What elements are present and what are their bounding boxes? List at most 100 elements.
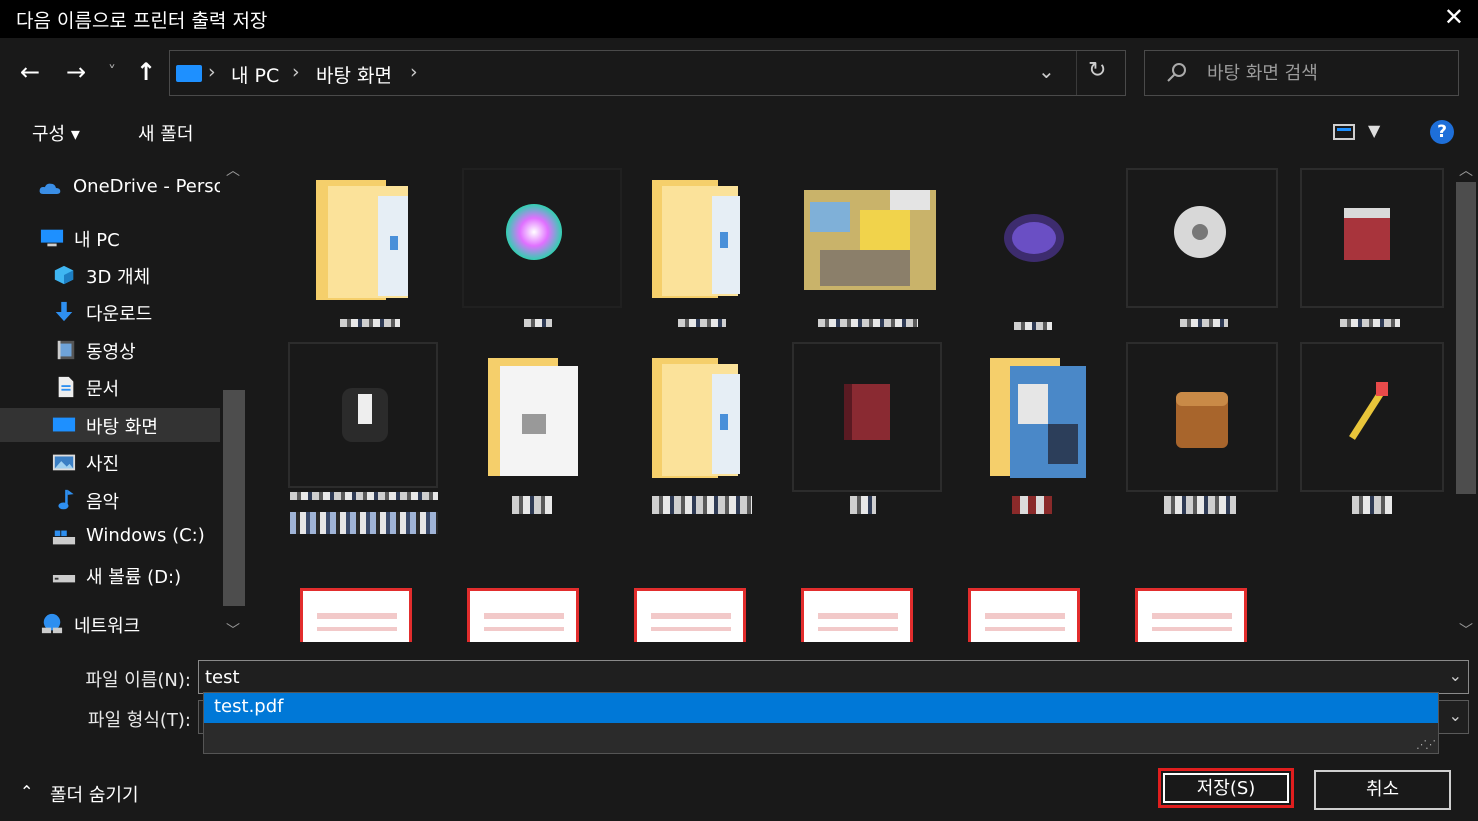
forward-icon[interactable]: → — [66, 58, 86, 86]
app-item[interactable] — [1174, 388, 1230, 456]
sidebar-item-drive-c[interactable]: Windows (C:) — [0, 520, 220, 554]
folder-item[interactable] — [646, 354, 746, 486]
search-input[interactable] — [1207, 59, 1447, 87]
chevron-down-icon[interactable]: ⌄ — [1449, 666, 1462, 685]
sidebar-item-label: 바탕 화면 — [86, 417, 158, 438]
view-options-icon[interactable] — [1333, 124, 1355, 140]
window-title: 다음 이름으로 프린터 출력 저장 — [16, 10, 268, 32]
scroll-up-icon[interactable]: ︿ — [1459, 160, 1473, 180]
drive-icon — [52, 530, 76, 545]
pdf-file-item[interactable] — [801, 588, 913, 642]
sidebar-item-downloads[interactable]: 다운로드 — [0, 295, 220, 329]
resize-grip-icon[interactable]: ⋰⋰ — [1416, 738, 1436, 751]
refresh-icon[interactable]: ↻ — [1088, 58, 1106, 83]
command-bar: 구성 ▾ 새 폴더 ▼ ? — [0, 110, 1478, 154]
file-list-scrollbar[interactable]: ︿ ﹀ — [1454, 154, 1478, 642]
sidebar-item-3d-objects[interactable]: 3D 개체 — [0, 258, 220, 292]
breadcrumb-separator: › — [292, 61, 300, 83]
recent-locations-icon[interactable]: ˅ — [108, 62, 116, 81]
disc-icon — [1174, 206, 1226, 258]
search-icon — [1167, 63, 1186, 82]
address-dropdown-icon[interactable]: ⌄ — [1038, 59, 1055, 83]
pdf-file-item[interactable] — [1135, 588, 1247, 642]
book-icon — [1344, 208, 1390, 260]
app-icon — [342, 388, 388, 442]
app-item[interactable] — [1002, 212, 1066, 268]
app-item[interactable] — [1342, 204, 1392, 266]
image-item[interactable] — [800, 180, 940, 300]
app-item[interactable] — [842, 380, 892, 446]
blurred-label — [1164, 496, 1236, 514]
color-wheel-icon — [506, 204, 562, 260]
scroll-down-icon[interactable]: ﹀ — [226, 620, 240, 640]
sidebar-item-label: 3D 개체 — [86, 267, 151, 288]
breadcrumb-separator: › — [410, 61, 418, 83]
folder-item[interactable] — [308, 176, 418, 308]
blurred-label — [512, 496, 552, 514]
sidebar-item-desktop[interactable]: 바탕 화면 — [0, 408, 220, 442]
blurred-label — [850, 496, 876, 514]
sidebar-item-my-pc[interactable]: 내 PC — [0, 221, 220, 255]
blurred-label — [290, 492, 438, 500]
pdf-file-item[interactable] — [300, 588, 412, 642]
autocomplete-list: test.pdf ⋰⋰ — [203, 692, 1439, 754]
blurred-label — [678, 319, 726, 327]
sidebar-scrollbar[interactable]: ︿ ﹀ — [222, 154, 246, 642]
scrollbar-thumb[interactable] — [223, 390, 245, 606]
sidebar-item-documents[interactable]: 문서 — [0, 370, 220, 404]
app-item[interactable] — [1346, 380, 1390, 448]
blurred-label — [1012, 496, 1052, 514]
chevron-up-icon: ⌃ — [20, 782, 34, 801]
new-folder-button[interactable]: 새 폴더 — [138, 120, 193, 146]
save-button[interactable]: 저장(S) — [1158, 768, 1294, 808]
back-icon[interactable]: ← — [20, 58, 40, 86]
sidebar-item-onedrive[interactable]: OneDrive - Personal — [0, 171, 220, 205]
sidebar-item-videos[interactable]: 동영상 — [0, 333, 220, 367]
sidebar-item-network[interactable]: 네트워크 — [0, 607, 220, 641]
download-icon — [55, 301, 73, 322]
sidebar-item-label: 음악 — [86, 492, 120, 513]
sidebar-item-drive-d[interactable]: 새 볼륨 (D:) — [0, 558, 220, 592]
breadcrumb-my-pc[interactable]: 내 PC — [231, 61, 279, 88]
image-thumbnail-icon — [804, 190, 936, 290]
sidebar-item-label: 사진 — [86, 454, 120, 475]
box-icon — [1176, 392, 1228, 448]
autocomplete-option-label: test.pdf — [214, 696, 284, 717]
disc-item[interactable] — [1170, 204, 1230, 264]
sidebar-item-pictures[interactable]: 사진 — [0, 445, 220, 479]
pdf-file-item[interactable] — [467, 588, 579, 642]
sidebar-item-label: 동영상 — [86, 342, 136, 363]
organize-button[interactable]: 구성 ▾ — [32, 120, 80, 146]
filename-field[interactable]: ⌄ — [198, 660, 1469, 694]
folder-icon — [652, 358, 740, 478]
pdf-file-item[interactable] — [968, 588, 1080, 642]
drive-icon — [52, 575, 76, 583]
sidebar-item-label: Windows (C:) — [86, 525, 205, 546]
scroll-down-icon[interactable]: ﹀ — [1459, 620, 1473, 640]
sidebar-item-music[interactable]: 음악 — [0, 483, 220, 517]
breadcrumb-desktop[interactable]: 바탕 화면 — [316, 61, 392, 88]
cancel-button[interactable]: 취소 — [1314, 770, 1451, 810]
app-item[interactable] — [338, 384, 392, 450]
folder-item[interactable] — [482, 354, 582, 486]
folder-icon — [652, 180, 740, 298]
color-wheel-item[interactable] — [502, 202, 566, 266]
chevron-down-icon[interactable]: ⌄ — [1449, 706, 1462, 725]
search-box[interactable] — [1144, 50, 1459, 96]
pdf-file-item[interactable] — [634, 588, 746, 642]
autocomplete-option[interactable]: test.pdf — [204, 693, 1438, 723]
folder-item[interactable] — [988, 354, 1088, 486]
up-icon[interactable]: ↑ — [136, 58, 156, 86]
help-button[interactable]: ? — [1430, 120, 1454, 144]
sidebar-item-label: 다운로드 — [86, 304, 153, 325]
scroll-up-icon[interactable]: ︿ — [226, 160, 240, 180]
filename-input[interactable] — [205, 664, 1425, 690]
view-dropdown-icon[interactable]: ▼ — [1368, 121, 1380, 140]
blurred-label — [818, 319, 918, 327]
scrollbar-thumb[interactable] — [1456, 182, 1476, 494]
blurred-label — [1014, 322, 1052, 330]
address-bar[interactable]: › 내 PC › 바탕 화면 › ⌄ ↻ — [169, 50, 1126, 96]
folder-item[interactable] — [646, 176, 746, 304]
close-icon[interactable]: ✕ — [1444, 3, 1464, 31]
breadcrumb-separator: › — [208, 61, 216, 83]
